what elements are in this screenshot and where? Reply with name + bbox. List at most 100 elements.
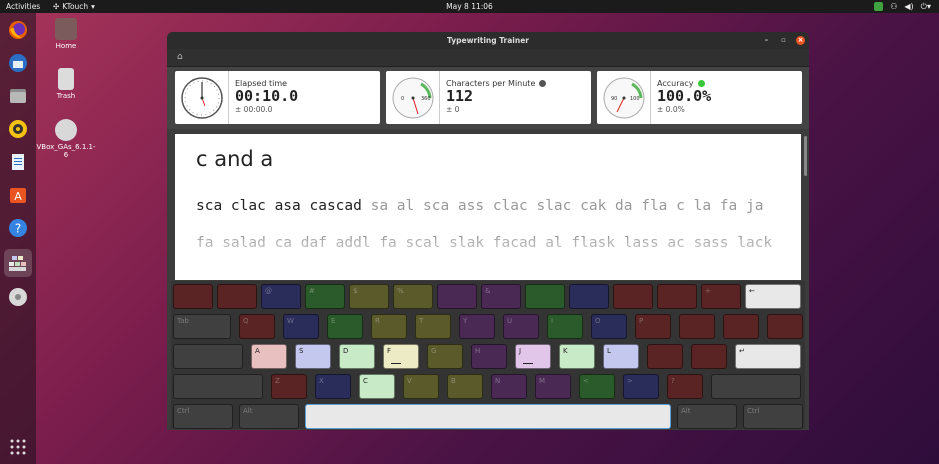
key-w: W xyxy=(283,314,319,339)
key-r0k11 xyxy=(657,284,697,309)
cpm-dial-max: 360 xyxy=(421,96,431,102)
help-icon[interactable]: ? xyxy=(6,216,30,240)
accuracy-value: 100.0% xyxy=(657,87,712,105)
key-c: C xyxy=(359,374,395,399)
key-?: ? xyxy=(667,374,703,399)
elapsed-delta: ± 00:00.0 xyxy=(235,105,273,114)
window-titlebar[interactable]: Typewriting Trainer – ▫ × xyxy=(167,32,809,49)
update-icon[interactable] xyxy=(874,2,884,11)
network-icon: ⚇ xyxy=(890,2,898,11)
clock-dial xyxy=(175,71,229,124)
accuracy-card: 90 100 Accuracy 100.0% ± 0.0% xyxy=(597,71,802,124)
key-r3k11 xyxy=(711,374,801,399)
optical-drive-icon[interactable] xyxy=(6,285,30,309)
files-icon[interactable] xyxy=(6,84,30,108)
minimize-button[interactable]: – xyxy=(762,36,771,45)
rhythmbox-icon[interactable] xyxy=(6,117,30,141)
accuracy-status-dot xyxy=(697,80,705,87)
key-&: & xyxy=(481,284,521,309)
key-%: % xyxy=(393,284,433,309)
remaining-text: sa al sca ass clac slac cak da fla c la … xyxy=(361,198,764,214)
activities-button[interactable]: Activities xyxy=(6,2,40,11)
ktouch-dock-icon[interactable] xyxy=(4,249,32,277)
key-d: D xyxy=(339,344,375,369)
window-title: Typewriting Trainer xyxy=(447,36,529,45)
software-store-icon[interactable]: A xyxy=(6,183,30,207)
key-h: H xyxy=(471,344,507,369)
trash-icon xyxy=(58,68,74,90)
typed-text: sca clac asa cascad xyxy=(196,198,362,214)
maximize-button[interactable]: ▫ xyxy=(779,36,788,45)
key-ctrl: Ctrl xyxy=(743,404,803,429)
key-r0k10 xyxy=(613,284,653,309)
key-b: B xyxy=(447,374,483,399)
key-ctrl: Ctrl xyxy=(173,404,233,429)
accuracy-dial-min: 90 xyxy=(611,96,617,102)
home-row-bump xyxy=(391,363,401,364)
key->: > xyxy=(623,374,659,399)
key-r1k13 xyxy=(767,314,803,339)
cpm-delta: ± 0 xyxy=(446,105,460,114)
close-button[interactable]: × xyxy=(796,36,805,45)
cpm-status-dot xyxy=(539,80,547,87)
home-row-bump xyxy=(523,363,533,364)
key-+: + xyxy=(701,284,741,309)
desktop-trash-label: Trash xyxy=(56,92,76,100)
svg-text:A: A xyxy=(14,190,22,203)
svg-text:?: ? xyxy=(15,222,21,236)
key-u: U xyxy=(503,314,539,339)
system-tray[interactable]: ⚇ ◀) ⏻▾ xyxy=(874,2,931,12)
lesson-title: c and a xyxy=(196,147,274,171)
power-icon: ⏻▾ xyxy=(920,1,931,11)
cpm-value: 112 xyxy=(446,87,474,105)
accuracy-dial-max: 100 xyxy=(630,96,640,102)
lesson-text-area[interactable]: c and a sca clac asa cascad sa al sca as… xyxy=(175,134,801,280)
key-#: # xyxy=(305,284,345,309)
desktop-home-label: Home xyxy=(55,42,77,50)
key-@: @ xyxy=(261,284,301,309)
key-$: $ xyxy=(349,284,389,309)
key-z: Z xyxy=(271,374,307,399)
virtual-keyboard: @ # $% & + ← Tab Q W E R T Y U I O P A S D F G H J K L ↵ Z X C V B N M < >?… xyxy=(171,281,805,429)
key-alt: Alt xyxy=(677,404,737,429)
cpm-dial: 0 360 xyxy=(386,71,440,124)
key-p: P xyxy=(635,314,671,339)
key-←: ← xyxy=(745,284,801,309)
clock[interactable]: May 8 11:06 xyxy=(0,2,939,11)
thunderbird-icon[interactable] xyxy=(6,51,30,75)
key-alt: Alt xyxy=(239,404,299,429)
app-menu-label: KTouch xyxy=(62,2,89,11)
key-r1k12 xyxy=(723,314,759,339)
chevron-down-icon: ▾ xyxy=(91,2,95,11)
show-apps-icon[interactable] xyxy=(6,435,30,459)
key-r0k9 xyxy=(569,284,609,309)
text-fade-overlay xyxy=(175,239,801,280)
key-e: E xyxy=(327,314,363,339)
key-r1k11 xyxy=(679,314,715,339)
ktouch-window: Typewriting Trainer – ▫ × ⌂ Elapsed time… xyxy=(167,32,809,430)
desktop-vbox-label: VBox_GAs_6.1.1-6 xyxy=(36,143,96,159)
scrollbar[interactable] xyxy=(804,136,807,176)
elapsed-value: 00:10.0 xyxy=(235,87,299,105)
firefox-icon[interactable] xyxy=(6,18,30,42)
key-s: S xyxy=(295,344,331,369)
dock: A ? xyxy=(0,13,36,464)
lesson-line-1: sca clac asa cascad sa al sca ass clac s… xyxy=(196,198,763,214)
home-icon[interactable]: ⌂ xyxy=(177,52,183,62)
key-l: L xyxy=(603,344,639,369)
key-n: N xyxy=(491,374,527,399)
app-menu[interactable]: ✣ KTouch ▾ xyxy=(53,2,95,11)
desktop-home[interactable]: Home xyxy=(36,18,96,50)
key-↵: ↵ xyxy=(735,344,801,369)
cpm-card: 0 360 Characters per Minute 112 ± 0 xyxy=(386,71,591,124)
accuracy-dial: 90 100 xyxy=(597,71,651,124)
desktop-vbox[interactable]: VBox_GAs_6.1.1-6 xyxy=(36,119,96,159)
key-r0k8 xyxy=(525,284,565,309)
accuracy-delta: ± 0.0% xyxy=(657,105,685,114)
writer-icon[interactable] xyxy=(6,150,30,174)
key-q: Q xyxy=(239,314,275,339)
desktop-trash[interactable]: Trash xyxy=(36,68,96,100)
key-a: A xyxy=(251,344,287,369)
key-r2k11 xyxy=(691,344,727,369)
elapsed-time-card: Elapsed time 00:10.0 ± 00:00.0 xyxy=(175,71,380,124)
